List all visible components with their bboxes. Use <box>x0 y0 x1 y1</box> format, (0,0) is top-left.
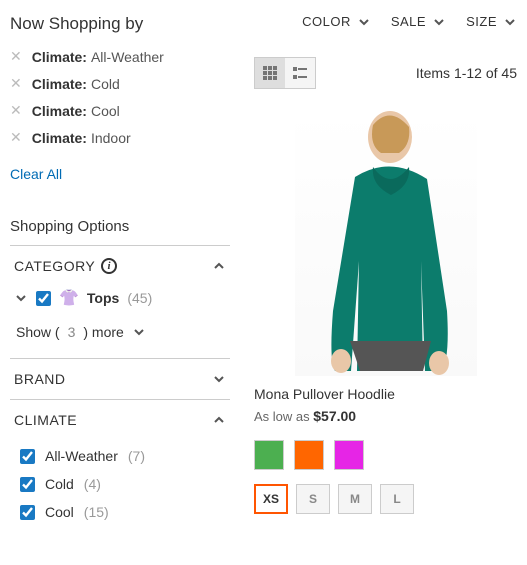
chevron-down-icon <box>503 15 517 29</box>
product-card: Mona Pullover Hoodlie As low as $57.00 X… <box>254 111 517 514</box>
climate-label[interactable]: All-Weather <box>45 448 118 464</box>
clear-all-link[interactable]: Clear All <box>10 166 62 182</box>
category-row: 👚 Tops (45) <box>14 288 226 308</box>
top-filter-size[interactable]: SIZE <box>466 14 517 29</box>
price-label: As low as <box>254 409 313 424</box>
filter-value: All-Weather <box>91 49 164 65</box>
remove-filter-icon[interactable]: ✕ <box>10 75 22 92</box>
facet-header[interactable]: CLIMATE <box>10 400 230 440</box>
facet-climate: CLIMATE All-Weather (7) Cold (4) Cool ( <box>10 400 230 538</box>
list-view-button[interactable] <box>285 58 315 88</box>
climate-option: Cold (4) <box>14 470 226 498</box>
product-price-row: As low as $57.00 <box>254 408 517 424</box>
active-filter: ✕ Climate: Cool <box>10 102 230 119</box>
climate-checkbox[interactable] <box>20 449 35 464</box>
chevron-down-icon <box>132 325 146 339</box>
facet-header[interactable]: BRAND <box>10 359 230 399</box>
filter-value: Indoor <box>91 130 131 146</box>
items-count: Items 1-12 of 45 <box>416 65 517 81</box>
size-option-l[interactable]: L <box>380 484 414 514</box>
size-option-m[interactable]: M <box>338 484 372 514</box>
now-shopping-title: Now Shopping by <box>10 14 230 34</box>
color-swatch-orange[interactable] <box>294 440 324 470</box>
category-checkbox[interactable] <box>36 291 51 306</box>
facet-title-text: CATEGORY <box>14 258 95 274</box>
climate-count: (7) <box>128 448 145 464</box>
facet-title-text: BRAND <box>14 371 66 387</box>
filter-value: Cold <box>91 76 120 92</box>
filter-label: Climate: <box>32 49 87 65</box>
show-more-count: 3 <box>68 324 76 340</box>
facet-brand: BRAND <box>10 359 230 400</box>
facet-category: CATEGORY i 👚 Tops (45) Show ( 3 ) more <box>10 246 230 359</box>
remove-filter-icon[interactable]: ✕ <box>10 48 22 65</box>
filter-label: Climate: <box>32 130 87 146</box>
grid-icon <box>262 65 278 81</box>
filter-value: Cool <box>91 103 120 119</box>
size-options: XS S M L <box>254 484 517 514</box>
climate-label[interactable]: Cold <box>45 476 74 492</box>
shopping-options-title: Shopping Options <box>10 218 230 235</box>
info-icon[interactable]: i <box>101 258 117 274</box>
climate-checkbox[interactable] <box>20 505 35 520</box>
climate-count: (4) <box>84 476 101 492</box>
chevron-down-icon[interactable] <box>14 291 28 305</box>
active-filter: ✕ Climate: Indoor <box>10 129 230 146</box>
view-mode-switcher <box>254 57 316 89</box>
chevron-up-icon <box>212 259 226 273</box>
chevron-down-icon <box>212 372 226 386</box>
category-thumb-icon: 👚 <box>59 288 79 308</box>
grid-view-button[interactable] <box>255 58 285 88</box>
color-swatch-green[interactable] <box>254 440 284 470</box>
climate-label[interactable]: Cool <box>45 504 74 520</box>
active-filter: ✕ Climate: All-Weather <box>10 48 230 65</box>
climate-count: (15) <box>84 504 109 520</box>
top-filter-label: SIZE <box>466 14 497 29</box>
top-filter-label: COLOR <box>302 14 351 29</box>
climate-option: Cool (15) <box>14 498 226 526</box>
climate-option: All-Weather (7) <box>14 442 226 470</box>
color-swatch-magenta[interactable] <box>334 440 364 470</box>
filter-label: Climate: <box>32 76 87 92</box>
price: $57.00 <box>313 408 356 424</box>
color-swatches <box>254 440 517 470</box>
remove-filter-icon[interactable]: ✕ <box>10 129 22 146</box>
size-option-s[interactable]: S <box>296 484 330 514</box>
top-filter-label: SALE <box>391 14 426 29</box>
show-more-prefix: Show ( <box>16 324 60 340</box>
top-filter-sale[interactable]: SALE <box>391 14 446 29</box>
facet-header[interactable]: CATEGORY i <box>10 246 230 286</box>
show-more-link[interactable]: Show ( 3 ) more <box>14 320 226 346</box>
show-more-suffix: ) more <box>83 324 123 340</box>
chevron-down-icon <box>432 15 446 29</box>
product-name[interactable]: Mona Pullover Hoodlie <box>254 386 517 402</box>
category-name[interactable]: Tops <box>87 290 119 306</box>
top-filter-color[interactable]: COLOR <box>302 14 371 29</box>
climate-checkbox[interactable] <box>20 477 35 492</box>
product-image[interactable] <box>295 111 477 376</box>
filter-label: Climate: <box>32 103 87 119</box>
chevron-down-icon <box>357 15 371 29</box>
size-option-xs[interactable]: XS <box>254 484 288 514</box>
chevron-up-icon <box>212 413 226 427</box>
active-filter: ✕ Climate: Cold <box>10 75 230 92</box>
category-count: (45) <box>127 290 152 306</box>
remove-filter-icon[interactable]: ✕ <box>10 102 22 119</box>
list-icon <box>292 65 308 81</box>
facet-title-text: CLIMATE <box>14 412 77 428</box>
